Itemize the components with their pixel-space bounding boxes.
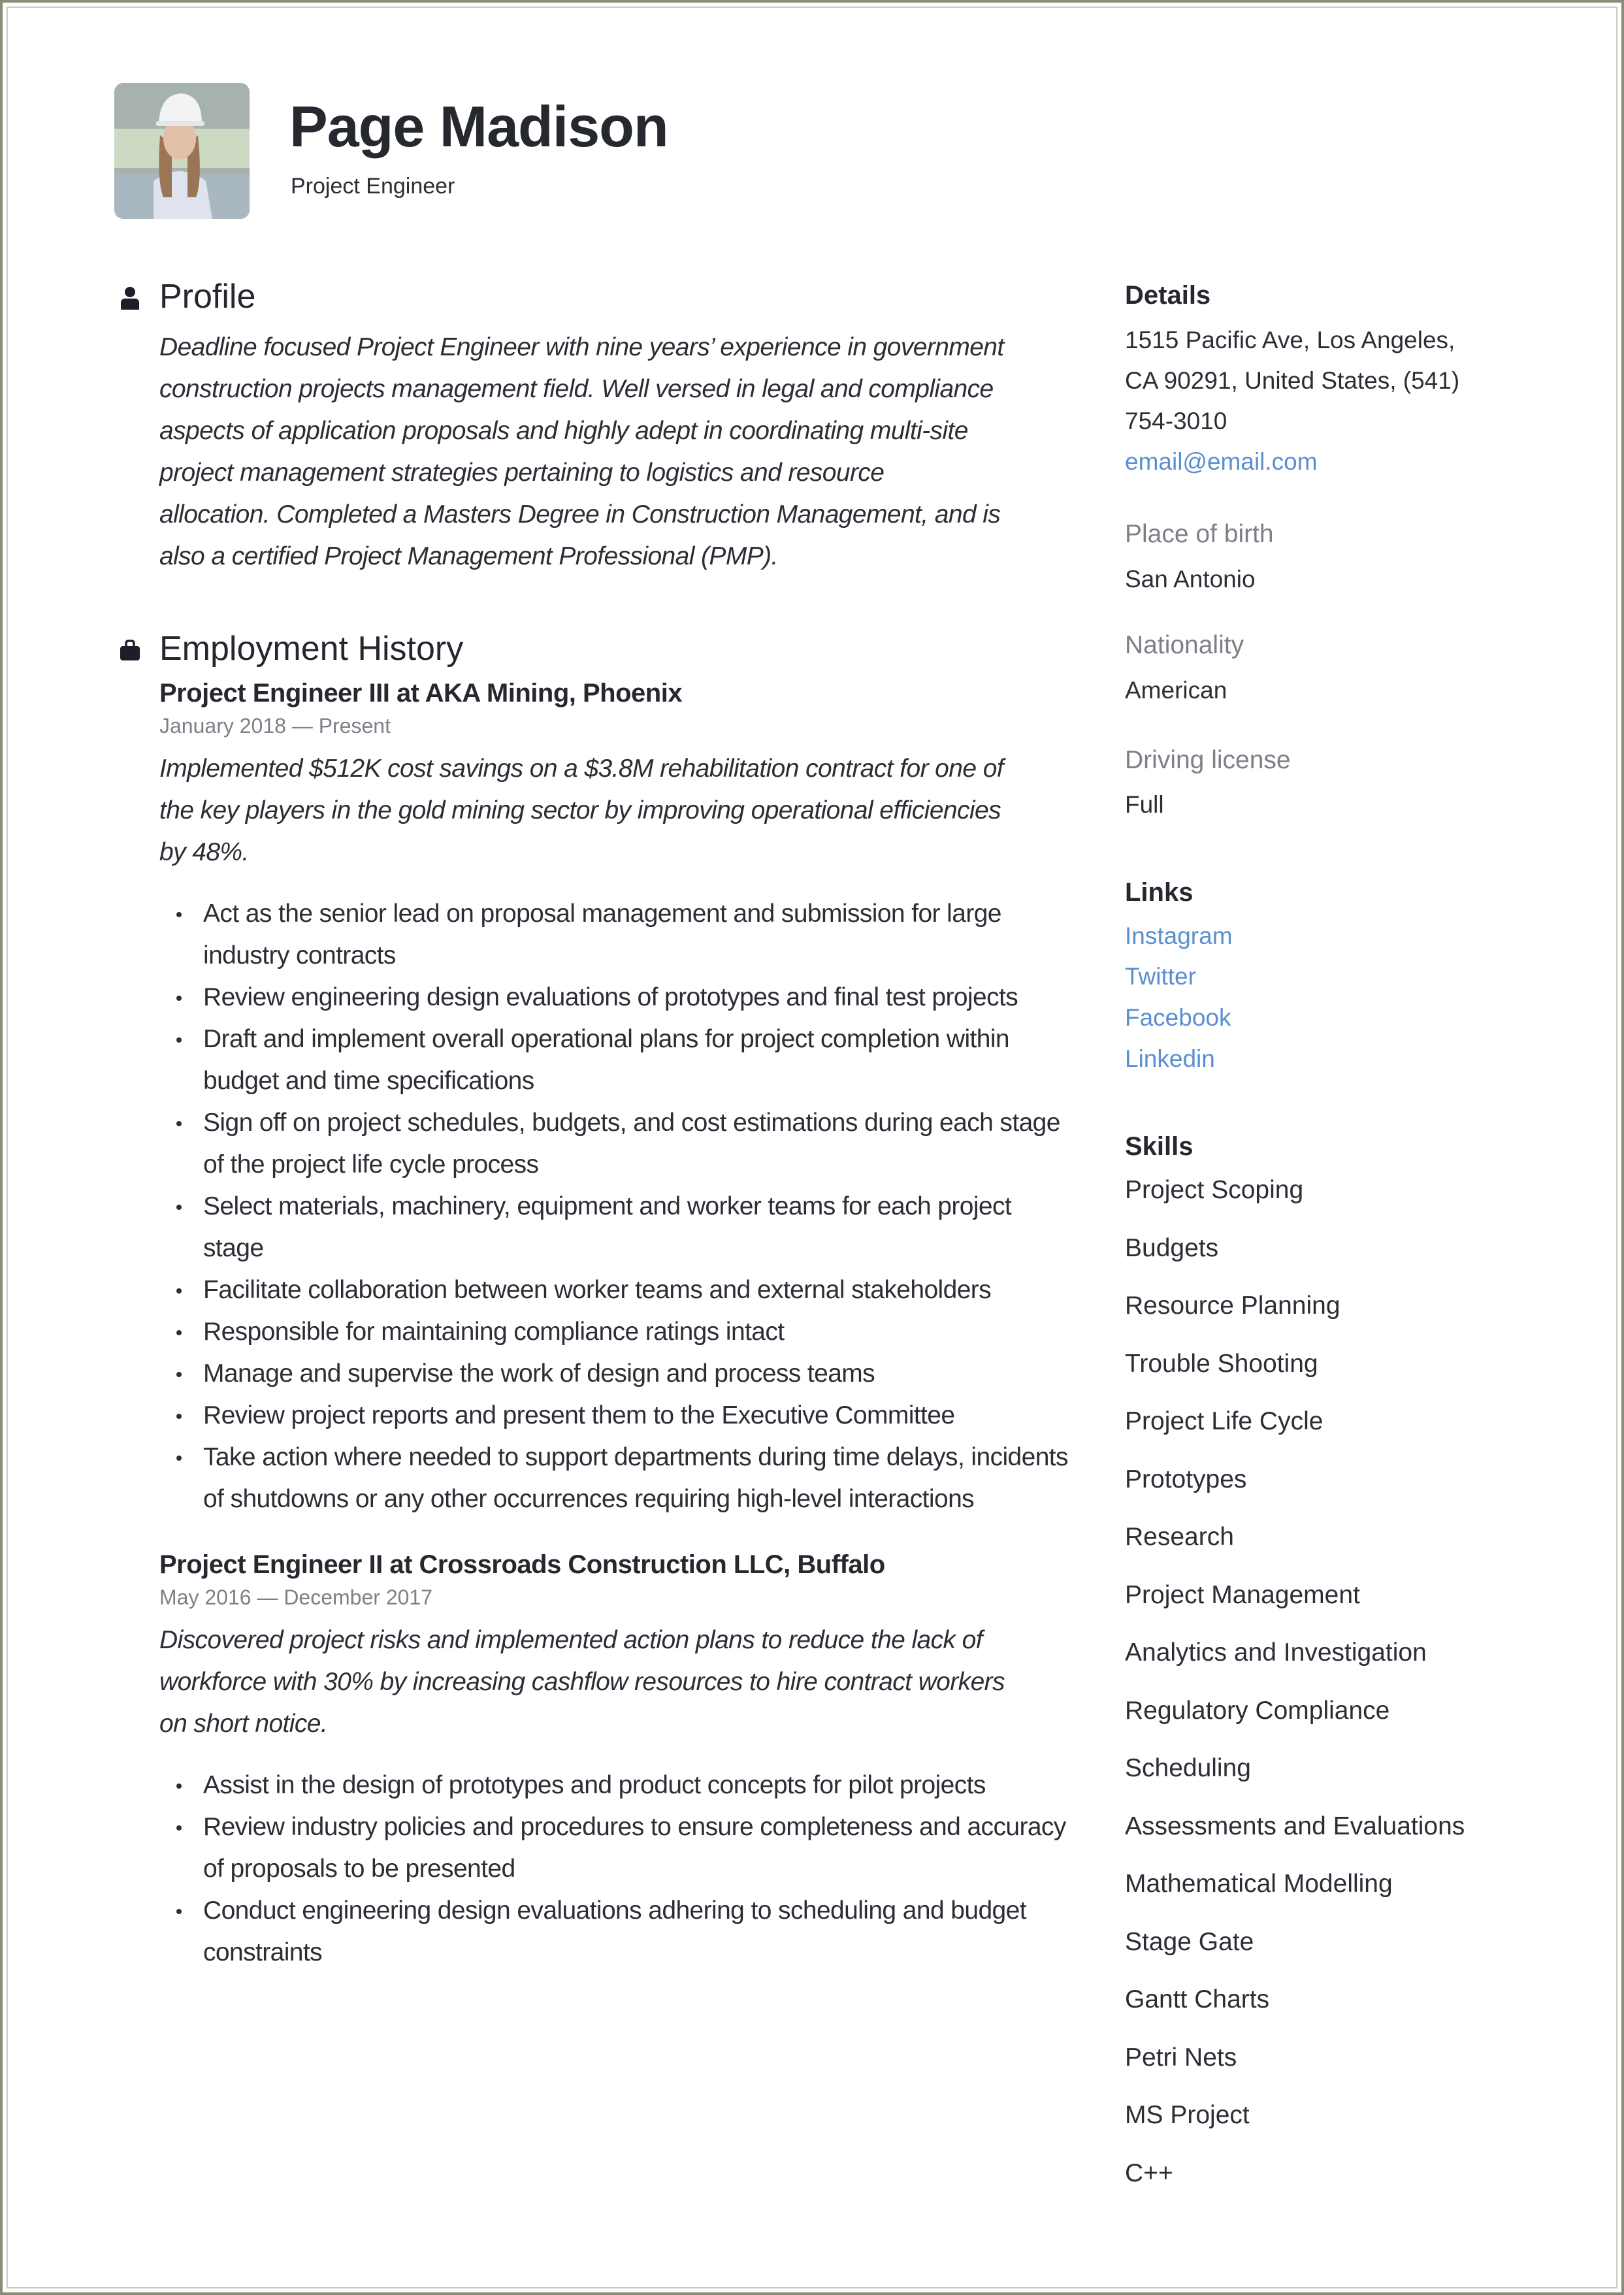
responsibility-item: Review engineering design evaluations of… bbox=[176, 977, 1068, 1018]
email-link[interactable]: email@email.com bbox=[1125, 448, 1318, 475]
responsibility-item: Draft and implement overall operational … bbox=[176, 1018, 1068, 1102]
job-summary-line: by 48%. bbox=[159, 838, 249, 866]
profile-summary: Deadline focused Project Engineer with n… bbox=[159, 327, 1068, 578]
job-summary-line: on short notice. bbox=[159, 1710, 328, 1738]
link-instagram[interactable]: Instagram bbox=[1125, 922, 1233, 950]
responsibility-item: Select materials, machinery, equipment a… bbox=[176, 1186, 1068, 1269]
person-icon bbox=[120, 286, 140, 310]
detail-label: Nationality bbox=[1125, 631, 1244, 659]
skill-item: Regulatory Compliance bbox=[1125, 1697, 1390, 1725]
profile-header: Profile bbox=[114, 274, 1068, 327]
responsibility-item: Responsible for maintaining compliance r… bbox=[176, 1311, 1068, 1353]
link-twitter[interactable]: Twitter bbox=[1125, 963, 1196, 990]
responsibility-item: Assist in the design of prototypes and p… bbox=[176, 1765, 1068, 1806]
skill-item: Project Management bbox=[1125, 1581, 1360, 1609]
detail-value: American bbox=[1125, 677, 1227, 704]
detail-value: Full bbox=[1125, 791, 1164, 818]
skill-item: Mathematical Modelling bbox=[1125, 1870, 1393, 1898]
address-line: 1515 Pacific Ave, Los Angeles, bbox=[1125, 327, 1455, 353]
details-heading: Details bbox=[1125, 281, 1211, 310]
skill-item: Petri Nets bbox=[1125, 2043, 1237, 2072]
profile-photo-illustration bbox=[114, 83, 250, 219]
responsibility-item: Review industry policies and procedures … bbox=[176, 1806, 1068, 1890]
skill-item: Analytics and Investigation bbox=[1125, 1638, 1427, 1667]
briefcase-icon bbox=[120, 638, 140, 662]
profile-line: construction projects management field. … bbox=[159, 375, 994, 403]
job-title: Project Engineer III at AKA Mining, Phoe… bbox=[159, 679, 683, 708]
main-column: Profile Deadline focused Project Enginee… bbox=[114, 274, 1069, 1974]
detail-label: Driving license bbox=[1125, 746, 1291, 774]
employment-section: Employment History Project Engineer III … bbox=[114, 627, 1069, 1974]
skill-item: MS Project bbox=[1125, 2101, 1250, 2129]
job-dates: January 2018 — Present bbox=[159, 714, 391, 738]
job-title: Project Engineer II at Crossroads Constr… bbox=[159, 1550, 885, 1579]
address-line: 754-3010 bbox=[1125, 408, 1227, 434]
address-line: CA 90291, United States, (541) bbox=[1125, 367, 1460, 394]
profile-heading: Profile bbox=[159, 278, 256, 316]
link-facebook[interactable]: Facebook bbox=[1125, 1004, 1231, 1032]
profile-line: aspects of application proposals and hig… bbox=[159, 417, 968, 445]
profile-line: Deadline focused Project Engineer with n… bbox=[159, 333, 1004, 361]
skill-item: Gantt Charts bbox=[1125, 1985, 1270, 2013]
profile-line: allocation. Completed a Masters Degree i… bbox=[159, 500, 1001, 529]
profile-line: also a certified Project Management Prof… bbox=[159, 542, 778, 570]
skill-item: Trouble Shooting bbox=[1125, 1350, 1318, 1378]
skill-item: Project Life Cycle bbox=[1125, 1407, 1324, 1435]
links-heading: Links bbox=[1125, 878, 1194, 907]
details-section: Details 1515 Pacific Ave, Los Angeles, C… bbox=[1125, 282, 1543, 482]
job-responsibilities: Assist in the design of prototypes and p… bbox=[114, 1765, 1068, 1974]
skill-item: Assessments and Evaluations bbox=[1125, 1812, 1465, 1840]
profile-section: Profile Deadline focused Project Enginee… bbox=[114, 274, 1068, 578]
job-entry: Project Engineer III at AKA Mining, Phoe… bbox=[159, 675, 1069, 1520]
job-summary-line: the key players in the gold mining secto… bbox=[159, 796, 1001, 824]
detail-value: San Antonio bbox=[1125, 566, 1256, 593]
profile-photo bbox=[114, 83, 250, 219]
employment-heading: Employment History bbox=[159, 630, 464, 668]
link-linkedin[interactable]: Linkedin bbox=[1125, 1045, 1215, 1073]
skill-item: Stage Gate bbox=[1125, 1928, 1254, 1956]
job-summary-line: workforce with 30% by increasing cashflo… bbox=[159, 1668, 1005, 1696]
job-dates: May 2016 — December 2017 bbox=[159, 1586, 432, 1609]
responsibility-item: Manage and supervise the work of design … bbox=[176, 1353, 1068, 1395]
responsibility-item: Facilitate collaboration between worker … bbox=[176, 1269, 1068, 1311]
candidate-title: Project Engineer bbox=[291, 174, 455, 199]
job-summary-line: Discovered project risks and implemented… bbox=[159, 1626, 983, 1654]
skill-item: Resource Planning bbox=[1125, 1292, 1340, 1320]
detail-label: Place of birth bbox=[1125, 520, 1274, 548]
job-responsibilities: Act as the senior lead on proposal manag… bbox=[114, 893, 1069, 1520]
candidate-name: Page Madison bbox=[289, 94, 669, 159]
skill-item: Scheduling bbox=[1125, 1754, 1251, 1782]
responsibility-item: Review project reports and present them … bbox=[176, 1395, 1068, 1437]
employment-header: Employment History bbox=[114, 627, 1068, 679]
responsibility-item: Act as the senior lead on proposal manag… bbox=[176, 893, 1068, 977]
skill-item: Research bbox=[1125, 1523, 1234, 1551]
responsibility-item: Conduct engineering design evaluations a… bbox=[176, 1890, 1068, 1974]
responsibility-item: Take action where needed to support depa… bbox=[176, 1437, 1069, 1520]
skill-item: Prototypes bbox=[1125, 1465, 1247, 1493]
job-entry: Project Engineer II at Crossroads Constr… bbox=[159, 1546, 1068, 1974]
profile-line: project management strategies pertaining… bbox=[159, 459, 885, 487]
skill-item: Budgets bbox=[1125, 1234, 1219, 1262]
skill-item: Project Scoping bbox=[1125, 1176, 1304, 1204]
responsibility-item: Sign off on project schedules, budgets, … bbox=[176, 1102, 1068, 1186]
skill-item: C++ bbox=[1125, 2159, 1173, 2187]
job-summary-line: Implemented $512K cost savings on a $3.8… bbox=[159, 755, 1004, 783]
skills-heading: Skills bbox=[1125, 1132, 1194, 1161]
